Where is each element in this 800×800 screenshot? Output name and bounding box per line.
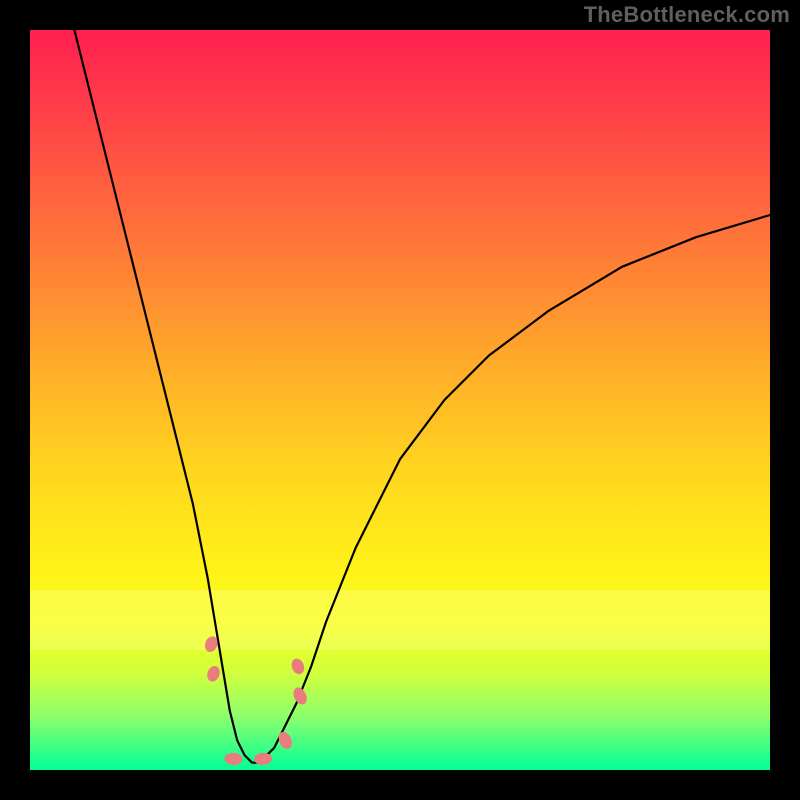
curve-marker: [224, 752, 243, 766]
curve-marker: [291, 685, 309, 706]
curve-marker: [290, 657, 307, 676]
bottleneck-curve: [74, 30, 770, 763]
chart-frame: TheBottleneck.com: [0, 0, 800, 800]
watermark-text: TheBottleneck.com: [584, 2, 790, 28]
plot-area: [30, 30, 770, 770]
curve-marker: [205, 664, 222, 683]
curve-layer: [30, 30, 770, 770]
curve-markers: [203, 635, 309, 766]
